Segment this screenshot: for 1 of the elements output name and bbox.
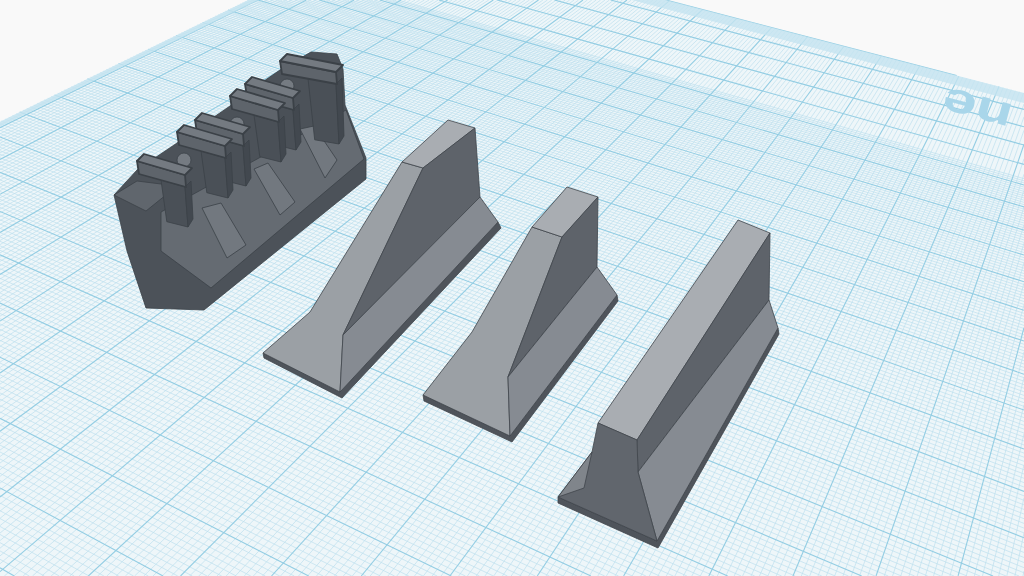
- workplane-label: ne: [936, 78, 1018, 142]
